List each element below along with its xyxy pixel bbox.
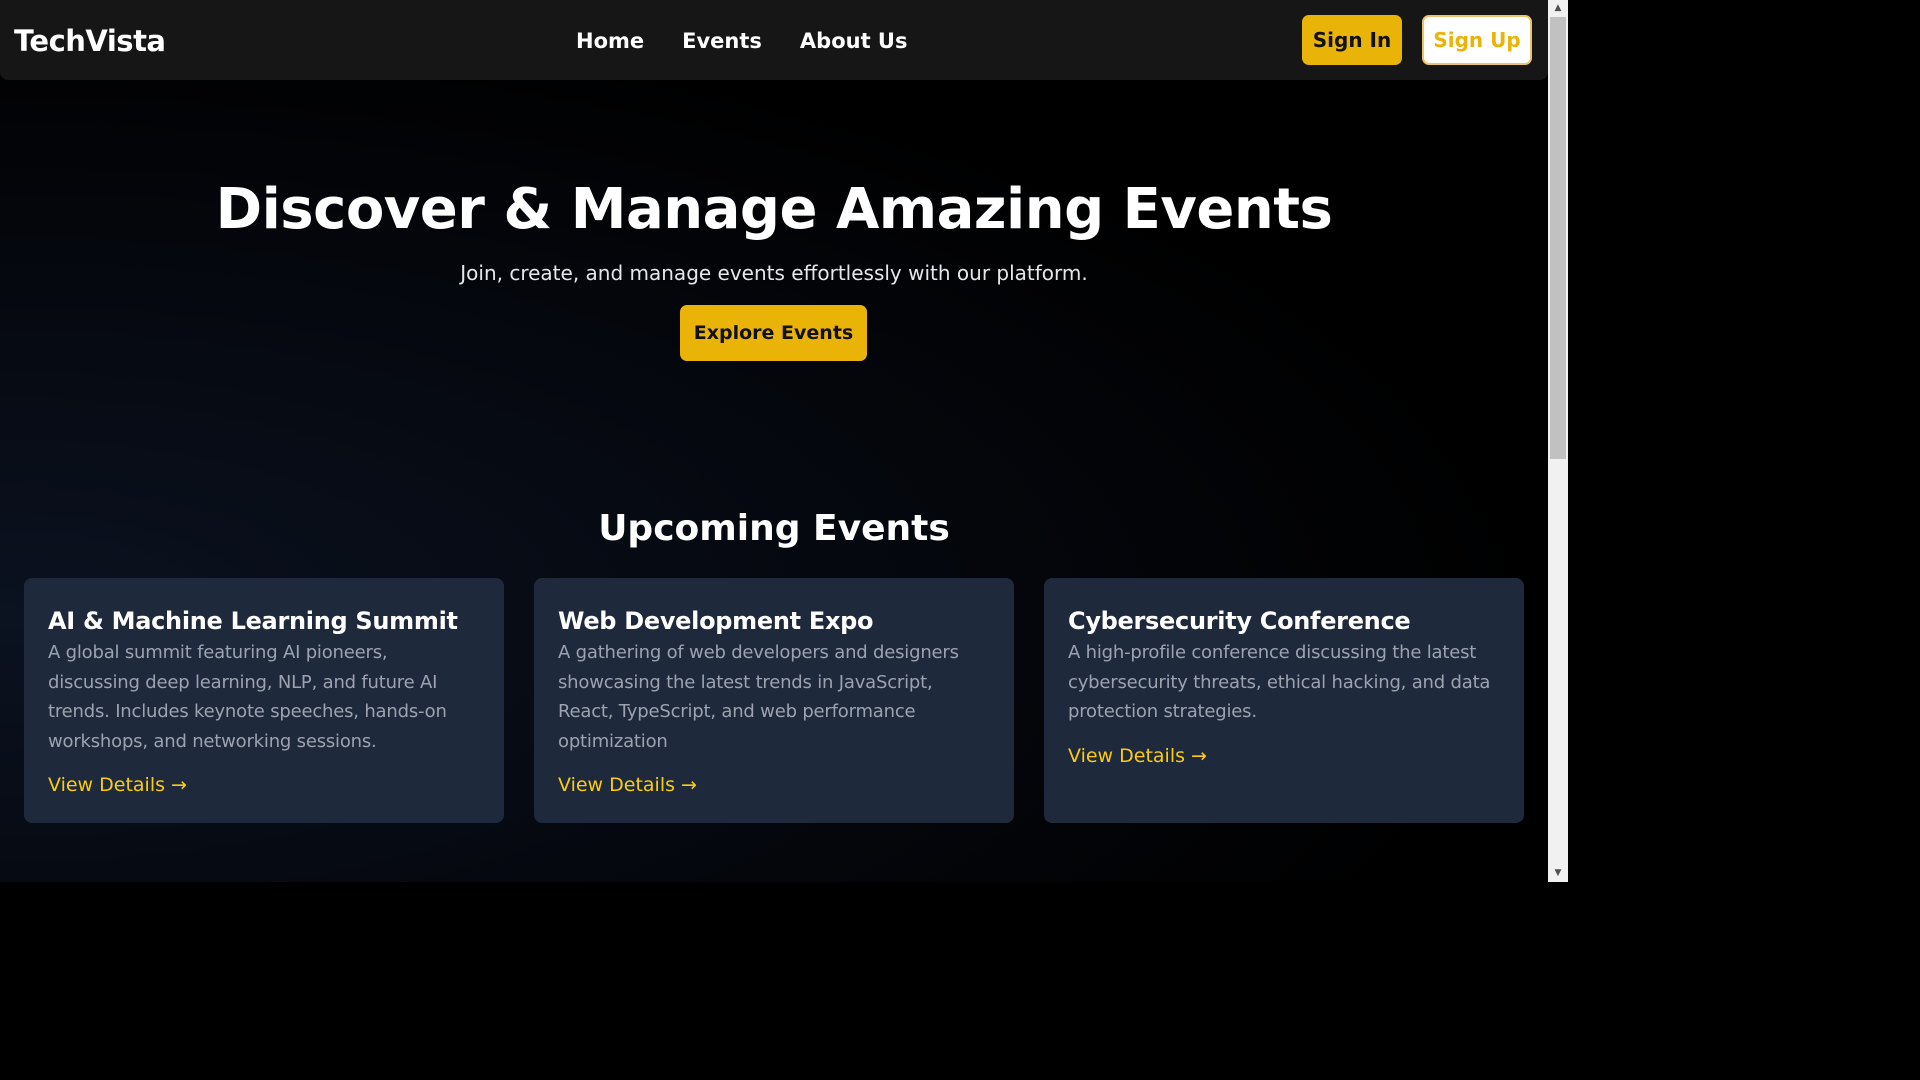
nav-links: Home Events About Us <box>576 26 907 56</box>
sign-in-button[interactable]: Sign In <box>1302 15 1402 65</box>
event-card: AI & Machine Learning Summit A global su… <box>24 578 504 823</box>
event-card-description: A global summit featuring AI pioneers, d… <box>48 642 447 752</box>
event-card-description: A gathering of web developers and design… <box>558 642 959 752</box>
nav-link-home[interactable]: Home <box>576 26 644 56</box>
event-card-title: Web Development Expo <box>558 607 874 635</box>
page: TechVista Home Events About Us Sign In S… <box>0 0 1568 882</box>
chevron-up-icon[interactable]: ▲ <box>1548 0 1568 17</box>
navbar: TechVista Home Events About Us Sign In S… <box>0 0 1548 80</box>
hero-subtitle: Join, create, and manage events effortle… <box>460 261 1088 285</box>
nav-link-about-us[interactable]: About Us <box>800 26 908 56</box>
event-cards: AI & Machine Learning Summit A global su… <box>24 578 1524 823</box>
hero-title: Discover & Manage Amazing Events <box>215 177 1333 242</box>
view-details-link[interactable]: View Details → <box>1068 745 1207 767</box>
vertical-scrollbar[interactable]: ▲ ▼ <box>1548 0 1568 882</box>
section-title: Upcoming Events <box>598 508 950 549</box>
scrollbar-thumb[interactable] <box>1550 17 1566 459</box>
event-card: Cybersecurity Conference A high-profile … <box>1044 578 1524 823</box>
event-card-description: A high-profile conference discussing the… <box>1068 642 1491 722</box>
view-details-link[interactable]: View Details → <box>48 774 187 796</box>
event-card-title: Cybersecurity Conference <box>1068 607 1411 635</box>
event-card: Web Development Expo A gathering of web … <box>534 578 1014 823</box>
brand-logo[interactable]: TechVista <box>14 22 166 60</box>
event-card-title: AI & Machine Learning Summit <box>48 607 458 635</box>
nav-link-events[interactable]: Events <box>682 26 762 56</box>
chevron-down-icon[interactable]: ▼ <box>1548 865 1568 882</box>
explore-events-button[interactable]: Explore Events <box>680 305 867 361</box>
view-details-link[interactable]: View Details → <box>558 774 697 796</box>
sign-up-button[interactable]: Sign Up <box>1422 15 1532 65</box>
